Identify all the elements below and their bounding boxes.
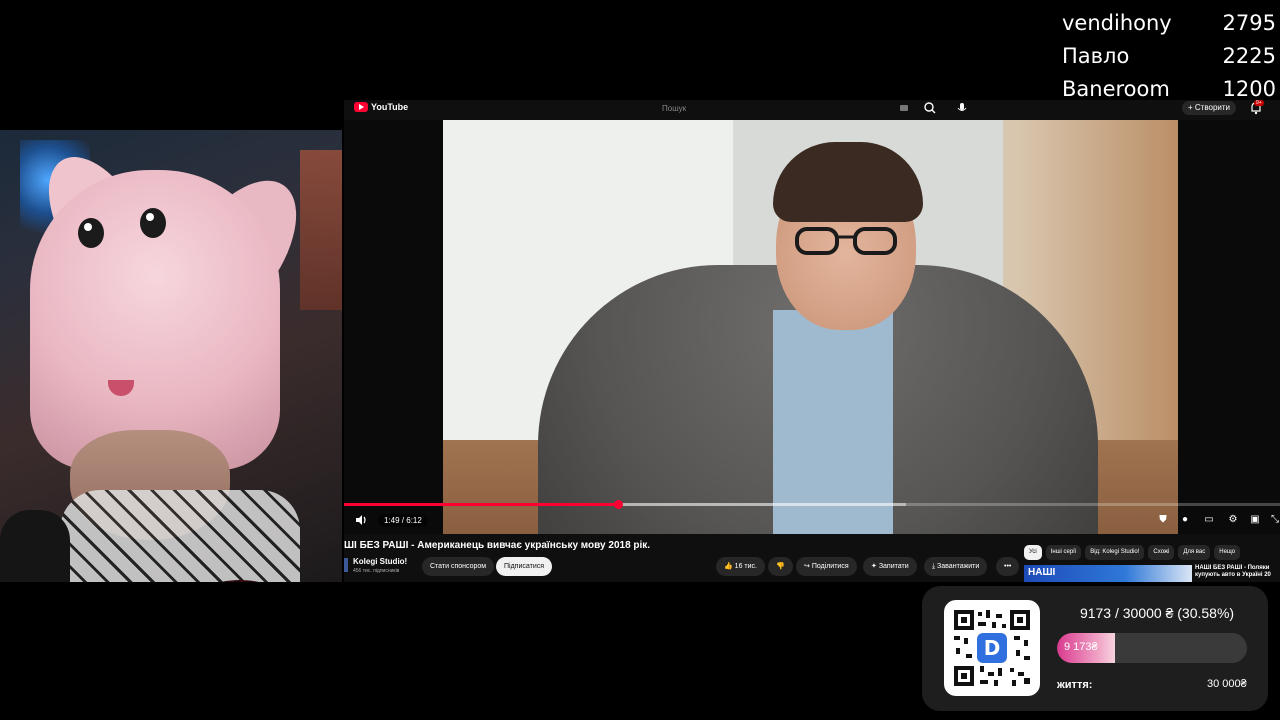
youtube-play-icon	[354, 102, 368, 112]
streamer-shirt	[60, 490, 300, 582]
download-button[interactable]: ⤓ Завантажити	[924, 557, 988, 576]
share-button[interactable]: ↪ Поділитися	[796, 557, 857, 576]
search-input[interactable]: Пошук	[654, 102, 904, 116]
thumbs-down-icon: 👎	[776, 563, 785, 570]
donor-name: vendihony	[1062, 10, 1172, 35]
subtitles-icon[interactable]: ▭	[1202, 513, 1216, 527]
youtube-logo-text: YouTube	[371, 102, 409, 112]
thumbs-up-icon: 👍	[724, 563, 735, 570]
sponsor-button[interactable]: Стати спонсором	[422, 557, 495, 576]
subscriber-count: 456 тис. підписників	[353, 568, 400, 574]
donor-name: Павло	[1062, 43, 1130, 68]
ask-label: Запитати	[878, 563, 909, 570]
notification-badge: 9+	[1254, 100, 1264, 106]
download-label: Завантажити	[937, 563, 980, 570]
chip-for-you[interactable]: Для вас	[1178, 545, 1211, 560]
youtube-window: YouTube Пошук + Створити 9+ 1:49 / 6:12 …	[344, 100, 1280, 582]
thumbnail-text: НАШІ	[1028, 567, 1056, 578]
goal-label: життя:	[1057, 679, 1093, 691]
microphone	[0, 510, 70, 582]
ask-button[interactable]: ✦ Запитати	[863, 557, 917, 576]
video-frame	[443, 120, 1178, 534]
chip-all[interactable]: Усі	[1024, 545, 1042, 560]
goal-summary: 9173 / 30000 ₴ (30.58%)	[1079, 605, 1235, 621]
donor-name: Baneroom	[1062, 76, 1170, 101]
theater-icon[interactable]: ⤡	[1268, 513, 1280, 527]
search-icon[interactable]	[922, 101, 938, 115]
donor-amount: 2225	[1222, 43, 1276, 68]
subscribe-button[interactable]: Підписатися	[496, 557, 553, 576]
frame-man-shirt	[773, 310, 893, 534]
like-count: 16 тис.	[734, 563, 757, 570]
youtube-masthead: YouTube Пошук + Створити 9+	[344, 100, 1280, 120]
hat-eye-left	[78, 218, 104, 248]
goal-progress-bar: 9 173₴	[1057, 633, 1247, 663]
hat-eye-right	[140, 208, 166, 238]
leaderboard-row: vendihony 2795	[1062, 6, 1276, 39]
like-button[interactable]: 👍 16 тис.	[716, 557, 765, 576]
frame-man-glasses	[795, 227, 897, 255]
progress-played	[344, 503, 619, 506]
channel-avatar[interactable]	[344, 558, 348, 572]
recommended-video-thumbnail[interactable]: НАШІ	[1024, 565, 1192, 582]
sparkle-icon: ✦	[871, 563, 879, 570]
donation-goal-widget: D 9173 / 30000 ₴ (30.58%) 9 173₴ життя: …	[922, 586, 1268, 711]
chip-from-channel[interactable]: Від: Kolegi Studio!	[1085, 545, 1145, 560]
youtube-logo[interactable]: YouTube	[354, 102, 408, 112]
chip-similar[interactable]: Схожі	[1148, 545, 1175, 560]
channel-name[interactable]: Kolegi Studio!	[353, 557, 407, 566]
voice-search-icon[interactable]	[954, 101, 970, 115]
keyboard-icon[interactable]	[900, 105, 908, 111]
webcam-feed	[0, 130, 342, 582]
bunny-hat	[30, 170, 280, 470]
dislike-button[interactable]: 👎	[768, 557, 793, 576]
more-actions-button[interactable]: •••	[996, 557, 1020, 576]
recommended-video-title[interactable]: НАШІ БЕЗ РАШІ - Поляки купують авто в Ук…	[1195, 565, 1280, 579]
goal-raised-amount: 9 173₴	[1064, 641, 1098, 653]
qr-code-icon: D	[954, 610, 1030, 686]
chip-something[interactable]: Нещо	[1214, 545, 1241, 560]
autoplay-toggle-icon[interactable]: ●	[1178, 513, 1192, 527]
recommendation-filter-chips: Усі Інші серії Від: Kolegi Studio! Схожі…	[1024, 545, 1241, 560]
donor-amount: 1200	[1222, 76, 1276, 101]
time-display: 1:49 / 6:12	[378, 514, 428, 527]
background-lamp	[300, 150, 342, 310]
create-button[interactable]: + Створити	[1182, 101, 1236, 115]
progress-bar[interactable]	[344, 500, 1280, 509]
shield-icon[interactable]: ⛊	[1156, 513, 1170, 527]
chip-other-series[interactable]: Інші серії	[1045, 545, 1082, 560]
donor-amount: 2795	[1222, 10, 1276, 35]
leaderboard-row: Павло 2225	[1062, 39, 1276, 72]
share-label: Поділитися	[811, 563, 849, 570]
donor-leaderboard: vendihony 2795 Павло 2225 Baneroom 1200	[1062, 6, 1276, 105]
donation-qr-code[interactable]: D	[944, 600, 1040, 696]
miniplayer-icon[interactable]: ▣	[1248, 513, 1262, 527]
goal-target-amount: 30 000₴	[1207, 678, 1247, 690]
volume-icon[interactable]	[354, 513, 368, 527]
settings-gear-icon[interactable]: ⚙	[1226, 513, 1240, 527]
video-title: ШІ БЕЗ РАШІ - Американець вивчає українс…	[344, 540, 651, 551]
share-icon: ↪	[804, 563, 812, 570]
video-player[interactable]: 1:49 / 6:12 ⛊ ● ▭ ⚙ ▣ ⤡	[344, 120, 1280, 534]
qr-center-letter: D	[984, 636, 1001, 660]
